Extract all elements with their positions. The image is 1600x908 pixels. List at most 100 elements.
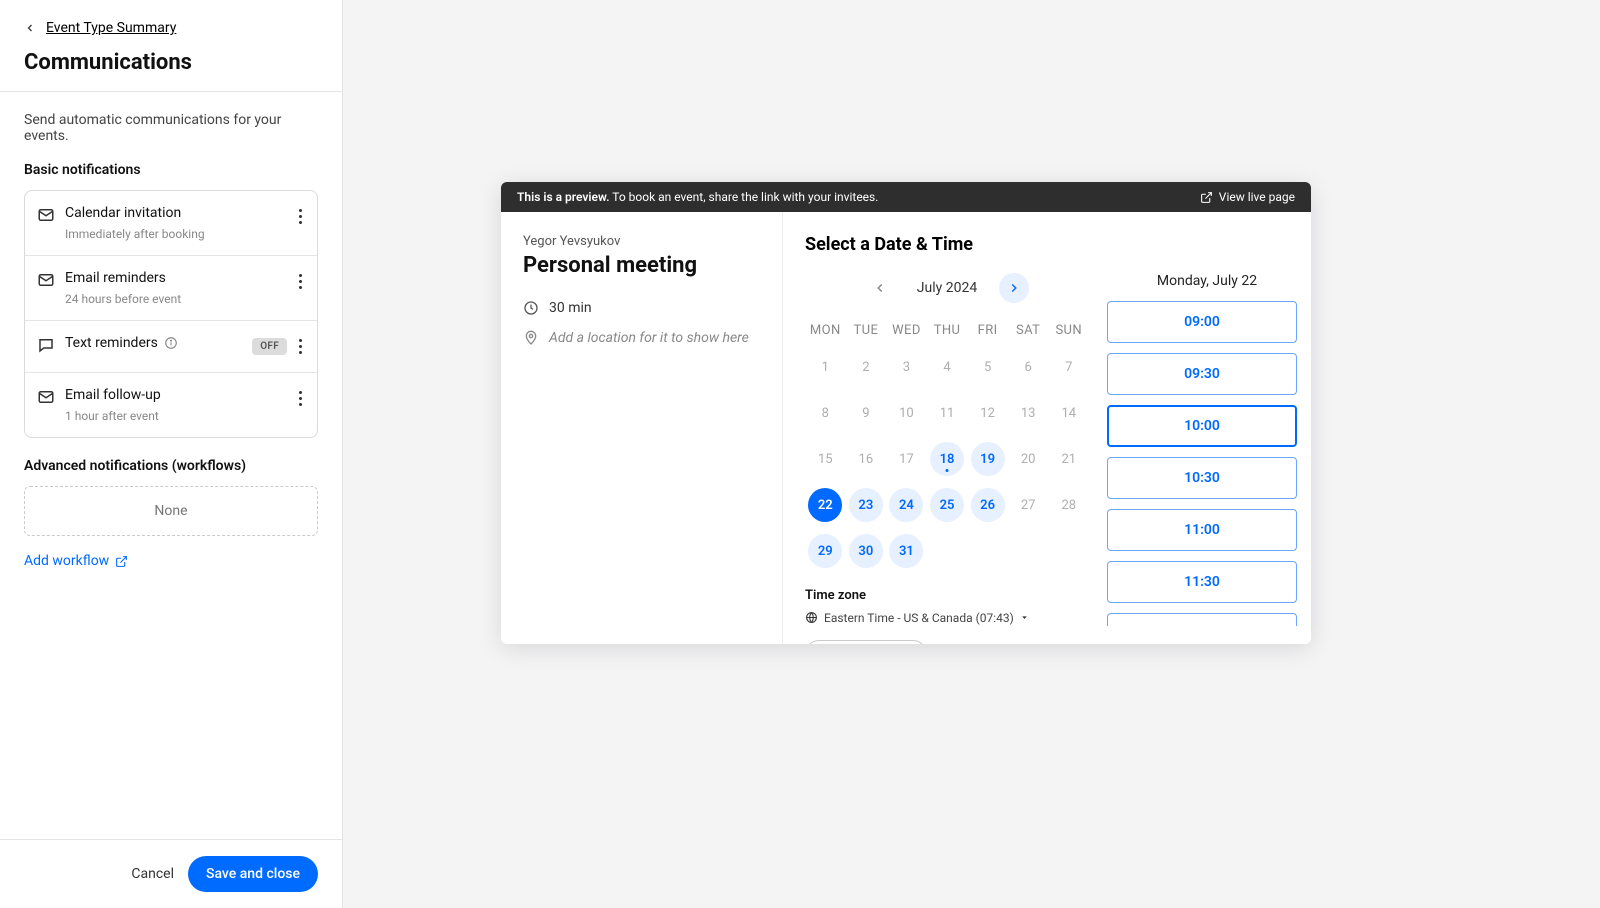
calendar-grid: MONTUEWEDTHUFRISATSUN1234567891011121314… xyxy=(805,317,1089,574)
calendar-day[interactable]: 23 xyxy=(849,488,883,522)
calendar-day[interactable]: 29 xyxy=(808,534,842,568)
back-link-text[interactable]: Event Type Summary xyxy=(46,20,176,36)
calendar-day: 11 xyxy=(930,396,964,430)
timezone-section: Time zone Eastern Time - US & Canada (07… xyxy=(805,588,1089,644)
notification-row[interactable]: Email follow-up1 hour after event xyxy=(25,373,317,437)
kebab-menu[interactable] xyxy=(293,270,305,293)
time-slot[interactable]: 12:00 xyxy=(1107,613,1297,626)
add-workflow-label: Add workflow xyxy=(24,553,109,569)
calendar-column: July 2024 MONTUEWEDTHUFRISATSUN123456789… xyxy=(805,273,1089,626)
external-link-icon xyxy=(115,555,128,568)
sidebar: Event Type Summary Communications Send a… xyxy=(0,0,343,908)
preview-banner-text: This is a preview. To book an event, sha… xyxy=(517,190,878,204)
calendar-day[interactable]: 22 xyxy=(808,488,842,522)
chevron-left-icon xyxy=(24,22,36,34)
location-placeholder: Add a location for it to show here xyxy=(549,330,749,346)
add-workflow-link[interactable]: Add workflow xyxy=(24,553,128,569)
calendar-day: 6 xyxy=(1011,350,1045,384)
select-date-title: Select a Date & Time xyxy=(805,234,1307,255)
calendar-next-button[interactable] xyxy=(999,273,1029,303)
preview-banner-strong: This is a preview. xyxy=(517,190,610,204)
host-name: Yegor Yevsyukov xyxy=(523,234,760,249)
timezone-selector[interactable]: Eastern Time - US & Canada (07:43) xyxy=(805,611,1029,625)
calendar-day: 12 xyxy=(971,396,1005,430)
off-badge: OFF xyxy=(252,338,287,355)
weekday-label: THU xyxy=(927,317,968,344)
weekday-label: SAT xyxy=(1008,317,1049,344)
location-pin-icon xyxy=(523,330,539,346)
caret-down-icon xyxy=(1020,613,1029,622)
save-button[interactable]: Save and close xyxy=(188,856,318,892)
kebab-menu[interactable] xyxy=(293,205,305,228)
event-title: Personal meeting xyxy=(523,253,760,278)
back-link[interactable]: Event Type Summary xyxy=(24,20,318,36)
calendar-day: 5 xyxy=(971,350,1005,384)
preview-body: Yegor Yevsyukov Personal meeting 30 min … xyxy=(501,212,1311,644)
calendar-prev-button[interactable] xyxy=(865,273,895,303)
preview-right: Select a Date & Time July 2024 MO xyxy=(783,212,1311,644)
basic-notifications-label: Basic notifications xyxy=(24,162,318,178)
calendar-day[interactable]: 18 xyxy=(930,442,964,476)
calendar-day: 10 xyxy=(889,396,923,430)
time-slot[interactable]: 09:00 xyxy=(1107,301,1297,343)
notification-title: Email reminders xyxy=(65,270,283,286)
time-slot[interactable]: 11:30 xyxy=(1107,561,1297,603)
notification-row[interactable]: Calendar invitationImmediately after boo… xyxy=(25,191,317,256)
notification-row[interactable]: Text reminders OFF xyxy=(25,321,317,373)
time-slot-list[interactable]: 09:00 09:30 10:00 10:30 11:00 11:30 12:00 xyxy=(1107,301,1307,626)
calendar-day: 20 xyxy=(1011,442,1045,476)
globe-icon xyxy=(805,611,818,624)
calendar-day: 15 xyxy=(808,442,842,476)
time-slot[interactable]: 10:00 xyxy=(1107,405,1297,447)
calendar-day[interactable]: 30 xyxy=(849,534,883,568)
envelope-icon xyxy=(37,388,55,406)
notification-subtitle: 1 hour after event xyxy=(65,409,283,423)
intro-text: Send automatic communications for your e… xyxy=(24,112,318,144)
workflow-empty: None xyxy=(24,486,318,536)
calendar-day: 14 xyxy=(1052,396,1086,430)
calendar-day: 27 xyxy=(1011,488,1045,522)
timezone-label: Time zone xyxy=(805,588,1089,603)
calendar-day[interactable]: 19 xyxy=(971,442,1005,476)
page-title: Communications xyxy=(24,50,318,75)
time-slot[interactable]: 11:00 xyxy=(1107,509,1297,551)
kebab-menu[interactable] xyxy=(293,387,305,410)
main-area: This is a preview. To book an event, sha… xyxy=(343,0,1600,908)
weekday-label: TUE xyxy=(846,317,887,344)
preview-banner: This is a preview. To book an event, sha… xyxy=(501,182,1311,212)
info-icon[interactable] xyxy=(164,336,178,350)
notification-title: Text reminders xyxy=(65,335,242,351)
notification-subtitle: 24 hours before event xyxy=(65,292,283,306)
calendar-day: 4 xyxy=(930,350,964,384)
notification-title: Calendar invitation xyxy=(65,205,283,221)
cancel-button[interactable]: Cancel xyxy=(131,866,174,882)
location-row: Add a location for it to show here xyxy=(523,330,760,346)
kebab-menu[interactable] xyxy=(293,335,305,358)
envelope-icon xyxy=(37,271,55,289)
selected-date-label: Monday, July 22 xyxy=(1107,273,1307,289)
calendar-day: 13 xyxy=(1011,396,1045,430)
calendar-day[interactable]: 24 xyxy=(889,488,923,522)
calendar-day[interactable]: 26 xyxy=(971,488,1005,522)
time-slot[interactable]: 09:30 xyxy=(1107,353,1297,395)
times-column: Monday, July 22 09:00 09:30 10:00 10:30 11:0… xyxy=(1107,273,1307,626)
calendar-day[interactable]: 25 xyxy=(930,488,964,522)
calendar-day: 17 xyxy=(889,442,923,476)
duration-row: 30 min xyxy=(523,300,760,316)
calendar-day: 28 xyxy=(1052,488,1086,522)
preview-card: This is a preview. To book an event, sha… xyxy=(501,182,1311,644)
troubleshoot-button[interactable]: Troubleshoot xyxy=(805,640,927,644)
calendar-day: 7 xyxy=(1052,350,1086,384)
clock-icon xyxy=(523,300,539,316)
view-live-link[interactable]: View live page xyxy=(1200,190,1295,204)
sidebar-header: Event Type Summary Communications xyxy=(0,0,342,91)
notification-row[interactable]: Email reminders 24 hours before event xyxy=(25,256,317,321)
time-slot[interactable]: 10:30 xyxy=(1107,457,1297,499)
calendar-day: 21 xyxy=(1052,442,1086,476)
weekday-label: SUN xyxy=(1048,317,1089,344)
calendar-day: 1 xyxy=(808,350,842,384)
calendar-day[interactable]: 31 xyxy=(889,534,923,568)
calendar-header: July 2024 xyxy=(805,273,1089,303)
view-live-label: View live page xyxy=(1219,190,1295,204)
sidebar-footer: Cancel Save and close xyxy=(0,839,342,908)
